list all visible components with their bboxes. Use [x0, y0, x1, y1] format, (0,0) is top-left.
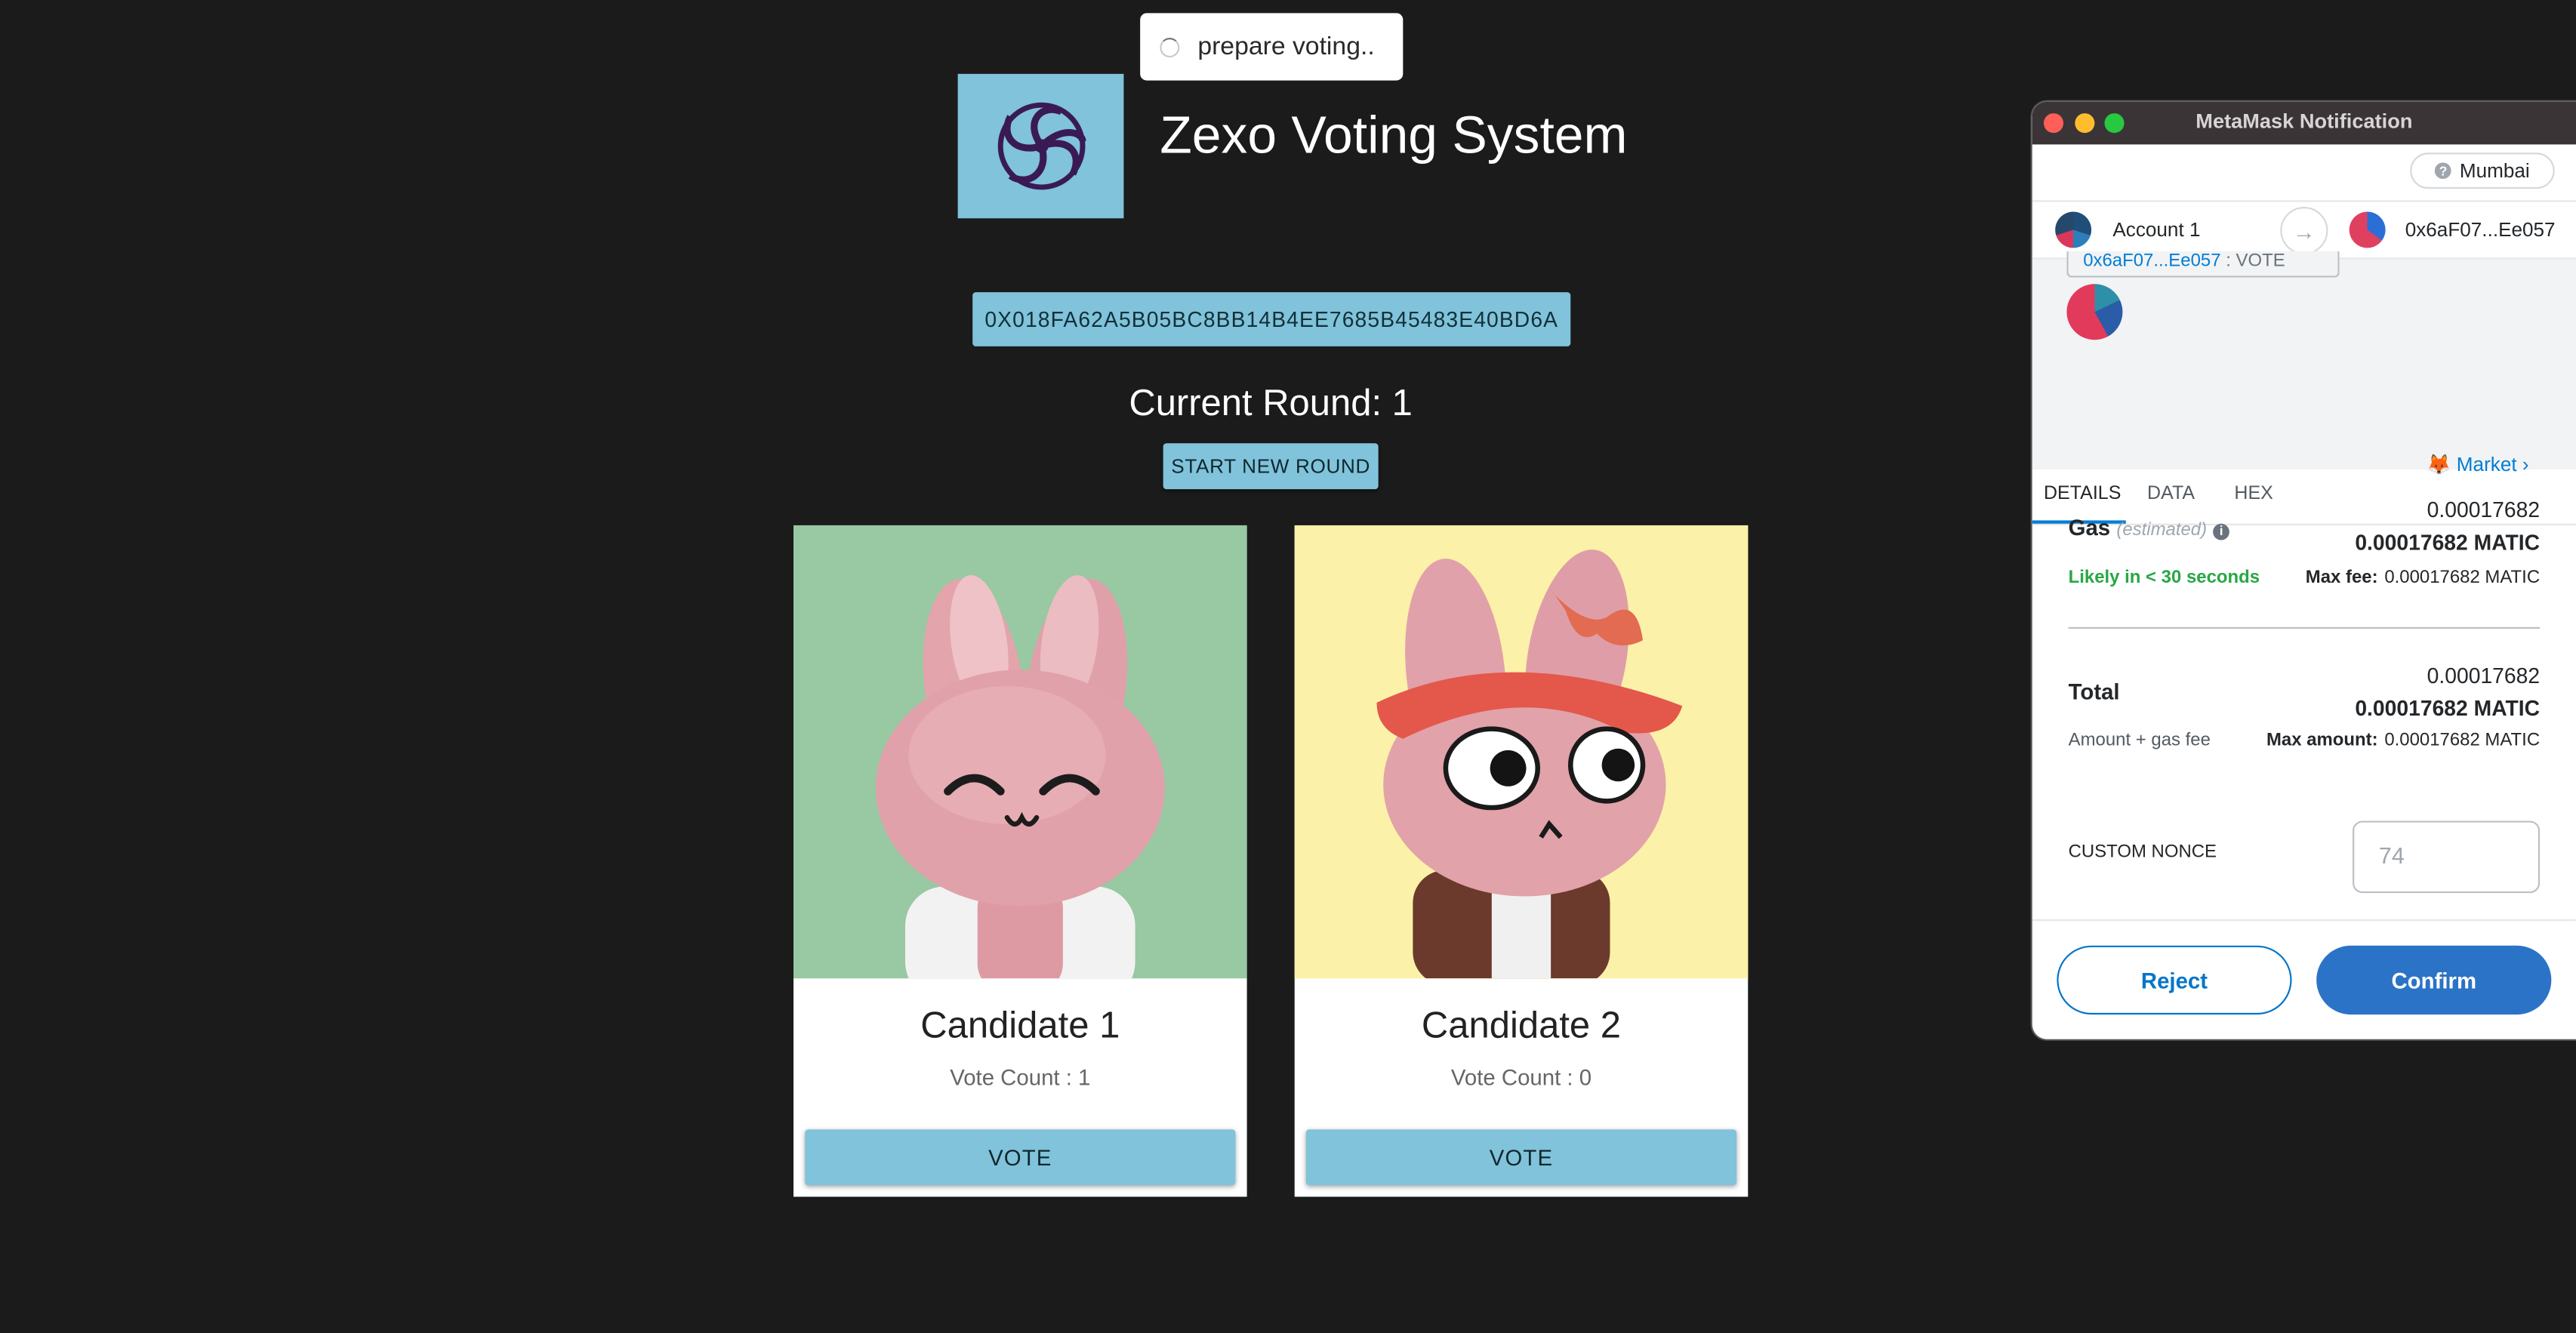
candidate-1-image: [793, 525, 1247, 979]
max-amount: Max amount: 0.00017682 MATIC: [2266, 730, 2541, 750]
window-title: MetaMask Notification: [2195, 109, 2413, 134]
to-account-avatar: [2349, 211, 2386, 248]
method-address: 0x6aF07...Ee057: [2083, 251, 2221, 271]
app-title: Zexo Voting System: [1160, 105, 1628, 165]
amount-gas-fee-label: Amount + gas fee: [2068, 730, 2211, 750]
divider: [2068, 626, 2541, 629]
confirm-button[interactable]: Confirm: [2316, 945, 2552, 1015]
candidate-2-image: [1294, 525, 1749, 979]
aperture-logo-icon: [997, 102, 1086, 190]
tab-hex[interactable]: HEX: [2234, 485, 2272, 504]
transaction-summary: 0x6aF07...Ee057 : VOTE: [2032, 251, 2576, 470]
help-icon: ?: [2435, 162, 2451, 180]
loading-toast: prepare voting..: [1140, 13, 1404, 81]
network-name: Mumbai: [2459, 159, 2530, 183]
window-titlebar: MetaMask Notification: [2032, 101, 2576, 145]
spinner-icon: [1160, 36, 1180, 57]
candidate-2-name: Candidate 2: [1421, 1005, 1622, 1046]
contract-address-button[interactable]: 0X018FA62A5B05BC8BB14B4EE7685B45483E40BD…: [972, 292, 1571, 346]
network-selector[interactable]: ? Mumbai: [2410, 152, 2555, 189]
method-name: : VOTE: [2226, 251, 2285, 271]
tab-details[interactable]: DETAILS: [2044, 485, 2121, 504]
contract-avatar: [2066, 284, 2123, 340]
vote-button-candidate-2[interactable]: VOTE: [1305, 1129, 1737, 1186]
market-label: Market: [2456, 453, 2517, 476]
market-gas-link[interactable]: 🦊 Market ›: [2427, 453, 2529, 476]
gas-label: Gas (estimated) i: [2069, 516, 2230, 540]
to-address[interactable]: 0x6aF07...Ee057: [2405, 218, 2556, 241]
candidate-card-2: Candidate 2 Vote Count : 0 VOTE: [1294, 525, 1749, 1197]
from-account-avatar: [2055, 211, 2092, 248]
likely-time: Likely in < 30 seconds: [2068, 568, 2260, 588]
arrow-right-icon: →: [2280, 207, 2328, 255]
fox-icon: 🦊: [2426, 453, 2451, 476]
toast-text: prepare voting..: [1197, 32, 1375, 60]
app-logo: [957, 73, 1124, 219]
method-chip[interactable]: 0x6aF07...Ee057 : VOTE: [2066, 251, 2340, 278]
gas-value: 0.00017682: [2427, 497, 2541, 522]
candidate-card-1: Candidate 1 Vote Count : 1 VOTE: [793, 525, 1247, 1197]
vote-button-candidate-1[interactable]: VOTE: [805, 1129, 1236, 1186]
chevron-right-icon: ›: [2522, 453, 2529, 476]
from-account-name[interactable]: Account 1: [2112, 218, 2200, 241]
custom-nonce-label: CUSTOM NONCE: [2068, 842, 2217, 862]
total-label: Total: [2068, 679, 2120, 705]
reject-button[interactable]: Reject: [2057, 945, 2292, 1015]
max-fee: Max fee: 0.00017682 MATIC: [2305, 568, 2541, 588]
custom-nonce-input[interactable]: 74: [2353, 820, 2541, 894]
candidate-2-vote-count: Vote Count : 0: [1450, 1065, 1592, 1091]
current-round-label: Current Round: 1: [1129, 382, 1413, 424]
total-value: 0.00017682: [2427, 663, 2541, 688]
gas-value-matic: 0.00017682 MATIC: [2355, 530, 2541, 556]
metamask-window: MetaMask Notification ? Mumbai Account 1…: [2032, 101, 2576, 1039]
start-new-round-button[interactable]: START NEW ROUND: [1163, 443, 1379, 490]
candidate-1-name: Candidate 1: [920, 1005, 1120, 1046]
footer-divider: [2032, 919, 2576, 922]
info-icon: i: [2213, 523, 2230, 540]
candidate-1-vote-count: Vote Count : 1: [950, 1065, 1091, 1091]
total-value-matic: 0.00017682 MATIC: [2355, 696, 2541, 721]
tab-data[interactable]: DATA: [2147, 485, 2195, 504]
